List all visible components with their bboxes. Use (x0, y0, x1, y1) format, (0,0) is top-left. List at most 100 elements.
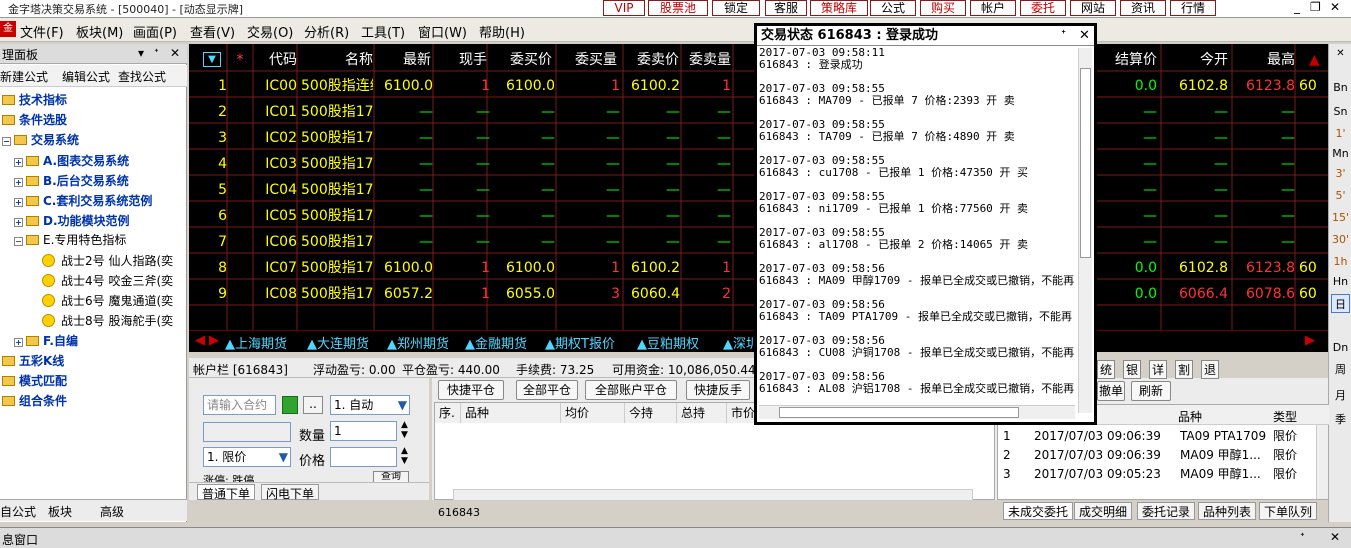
panel-tool-2[interactable]: 查找公式 (118, 68, 166, 85)
order-tab-1[interactable]: 成交明细 (1074, 502, 1133, 520)
tree-item[interactable]: + D.功能模块范例 (14, 212, 130, 230)
topbar-button-2[interactable]: 锁定 (712, 0, 760, 16)
price-type-select[interactable]: 1. 限价 ▼ (203, 447, 291, 467)
mode-select[interactable]: 1. 自动 ▼ (330, 395, 410, 415)
dock-icon[interactable]: ᐩ (154, 46, 159, 60)
topbar-button-1[interactable]: 股票池 (648, 0, 708, 16)
topbar-button-8[interactable]: 委托 (1020, 0, 1066, 16)
menu-item-1[interactable]: 板块(M) (76, 22, 123, 41)
expand-icon[interactable]: + (14, 158, 23, 167)
market-tab-0[interactable]: ▲上海期货 (225, 333, 287, 352)
menu-item-8[interactable]: 帮助(H) (479, 22, 525, 41)
window-controls[interactable]: _ ❐ ✕ (1290, 0, 1350, 16)
order-tool-icon[interactable]: 详 (1149, 360, 1168, 379)
panel-tool-0[interactable]: 新建公式 (0, 68, 48, 85)
expand-icon[interactable]: + (14, 218, 23, 227)
vertical-scrollbar[interactable] (1078, 48, 1092, 413)
order-row[interactable]: 1 2017/07/03 09:06:39 TA09 PTA1709 限价 (998, 427, 1329, 445)
col-header-9[interactable]: 结算价 (1095, 47, 1157, 73)
topbar-button-3[interactable]: 客服 (765, 0, 807, 16)
col-header-7[interactable]: 委卖价 (625, 47, 679, 73)
tab-scroll-icon[interactable]: ▶ (1305, 333, 1315, 348)
position-action-1[interactable]: 全部平仓 (516, 380, 578, 400)
tree-item[interactable]: + F.自编 (14, 332, 78, 350)
tab-next-icon[interactable]: ▶ (209, 333, 219, 348)
pin-icon[interactable]: ▾ (138, 46, 144, 60)
topbar-button-5[interactable]: 公式 (870, 0, 916, 16)
col-header-4[interactable]: 现手 (435, 47, 487, 73)
col-header-10[interactable]: 今开 (1164, 47, 1228, 73)
tree-item[interactable]: + C.套利交易系统范例 (14, 192, 152, 210)
panel-tab-0[interactable]: 自公式 (0, 503, 36, 520)
tree-item[interactable]: − E.专用特色指标 (14, 231, 126, 249)
period-14[interactable]: 季 (1331, 410, 1350, 429)
col-header-2[interactable]: 名称 (309, 47, 373, 73)
panel-tab-2[interactable]: 高级 (100, 503, 124, 520)
period-9[interactable]: Hn (1331, 272, 1350, 291)
period-0[interactable]: Bn (1331, 78, 1350, 97)
pos-col-0[interactable]: 序. (435, 403, 461, 423)
tree-item[interactable]: 技术指标 (2, 91, 67, 109)
period-4[interactable]: 3' (1331, 164, 1350, 183)
menu-item-4[interactable]: 交易(O) (247, 22, 293, 41)
order-tool-icon[interactable]: 割 (1175, 360, 1194, 379)
order-tool-icon[interactable]: 银 (1123, 360, 1142, 379)
col-header-1[interactable]: 代码 (265, 47, 297, 73)
pos-col-4[interactable]: 总持 (677, 403, 727, 423)
market-tab-3[interactable]: ▲金融期货 (465, 333, 527, 352)
expand-icon[interactable]: − (14, 237, 23, 246)
period-5[interactable]: 5' (1331, 186, 1350, 205)
period-7[interactable]: 30' (1331, 230, 1350, 249)
scroll-up-icon[interactable]: ▲ (1309, 47, 1320, 73)
tree-item[interactable]: − 交易系统 (2, 131, 79, 149)
menu-item-2[interactable]: 画面(P) (133, 22, 177, 41)
topbar-button-6[interactable]: 购买 (920, 0, 966, 16)
close-icon[interactable]: ✕ (1330, 530, 1340, 544)
close-icon[interactable]: ✕ (1330, 0, 1340, 14)
horizontal-scrollbar[interactable] (453, 489, 973, 501)
app-icon[interactable]: 金 (0, 21, 16, 37)
order-row[interactable]: 3 2017/07/03 09:05:23 MA09 甲醇1... 限价 (998, 465, 1329, 483)
period-12[interactable]: 周 (1331, 360, 1350, 379)
close-icon[interactable]: ✕ (170, 46, 180, 60)
menu-item-5[interactable]: 分析(R) (304, 22, 349, 41)
period-2[interactable]: 1' (1331, 124, 1350, 143)
cancel-order-button[interactable]: 撤单 (1097, 381, 1125, 401)
close-icon[interactable]: ✕ (1079, 26, 1090, 46)
expand-icon[interactable]: + (14, 178, 23, 187)
topbar-button-11[interactable]: 行情 (1170, 0, 1216, 16)
topbar-button-10[interactable]: 资讯 (1120, 0, 1166, 16)
position-action-3[interactable]: 快捷反手 (686, 380, 750, 400)
order-tool-icon[interactable]: 退 (1201, 360, 1220, 379)
price-stepper[interactable]: ▲ ▼ (401, 446, 408, 466)
pos-col-3[interactable]: 今持 (625, 403, 677, 423)
pos-col-1[interactable]: 品种 (461, 403, 561, 423)
panel-tab-1[interactable]: 板块 (48, 503, 72, 520)
select-all-icon[interactable]: ▼ (203, 52, 221, 67)
topbar-button-0[interactable]: VIP (603, 0, 645, 16)
market-tab-5[interactable]: ▲豆粕期权 (637, 333, 699, 352)
topbar-button-4[interactable]: 策略库 (810, 0, 868, 16)
horizontal-scrollbar[interactable] (759, 405, 1075, 419)
col-header-5[interactable]: 委买价 (495, 47, 552, 73)
order-tab-2[interactable]: 委托记录 (1137, 502, 1196, 520)
position-action-2[interactable]: 全部账户平仓 (585, 380, 677, 400)
symbol-input[interactable]: 请输入合约 (203, 395, 276, 415)
period-6[interactable]: 15' (1331, 208, 1350, 227)
tree-item[interactable]: 战士6号 魔鬼通道(奕 (42, 292, 173, 310)
tree-item[interactable]: 战士8号 股海舵手(奕 (42, 312, 173, 330)
tree-item[interactable]: + A.图表交易系统 (14, 152, 129, 170)
col-header-6[interactable]: 委买量 (559, 47, 617, 73)
market-tab-2[interactable]: ▲郑州期货 (387, 333, 449, 352)
pos-col-2[interactable]: 均价 (561, 403, 625, 423)
tree-item[interactable]: 战士4号 咬金三斧(奕 (42, 272, 173, 290)
pin-icon[interactable]: ᐩ (1300, 530, 1305, 544)
tab-flash-order[interactable]: 闪电下单 (261, 484, 320, 501)
menu-item-0[interactable]: 文件(F) (20, 22, 64, 41)
qty-stepper[interactable]: ▲ ▼ (401, 420, 408, 440)
tree-item[interactable]: 模式匹配 (2, 372, 67, 390)
period-1[interactable]: Sn (1331, 102, 1350, 121)
col-header-8[interactable]: 委卖量 (683, 47, 731, 73)
qty-input[interactable]: 1 (330, 421, 397, 441)
period-3[interactable]: Mn (1331, 144, 1350, 163)
